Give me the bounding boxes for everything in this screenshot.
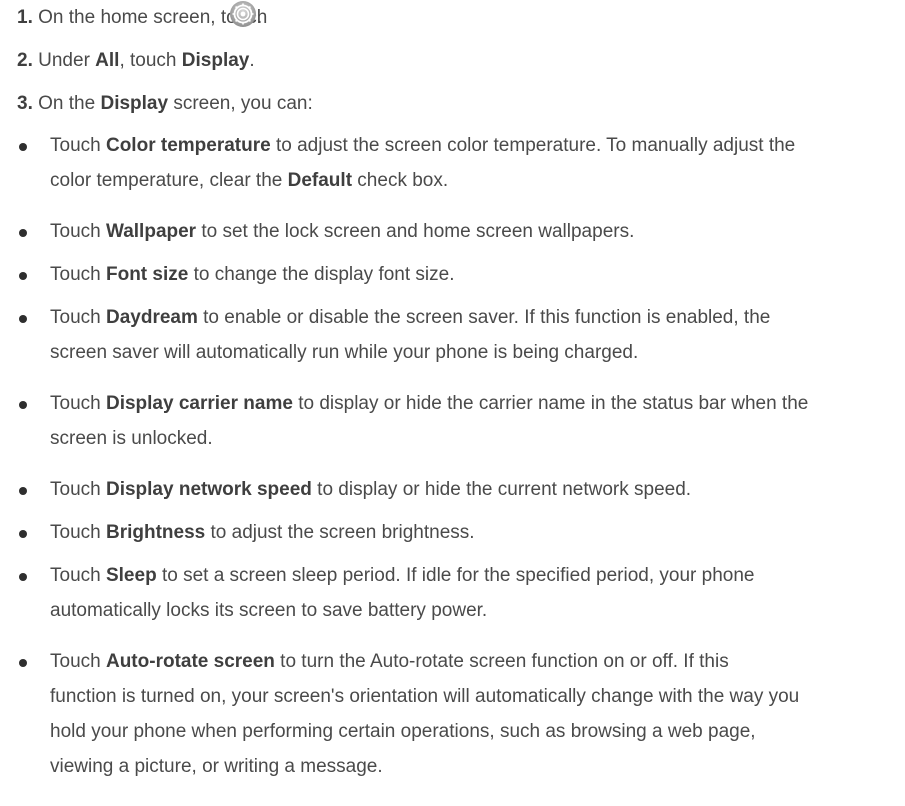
bullet-dot: [19, 229, 27, 237]
list-item-sleep: Touch Sleep to set a screen sleep period…: [17, 558, 897, 628]
list-item-text: Touch Sleep to set a screen sleep period…: [50, 565, 755, 586]
step-text: .: [249, 50, 255, 71]
list-item-text: Touch Wallpaper to set the lock screen a…: [50, 221, 635, 242]
bold-term: Color temperature: [105, 135, 271, 156]
list-item-text: Touch Brightness to adjust the screen br…: [50, 522, 475, 543]
step-number: 3.: [17, 93, 33, 114]
step-text: , touch: [119, 50, 182, 71]
list-item-auto-rotate-screen: Touch Auto-rotate screen to turn the Aut…: [17, 644, 897, 784]
list-item-text: Touch Display network speed to display o…: [50, 479, 692, 500]
step-number: 2.: [17, 50, 33, 71]
bold-term: Display carrier name: [105, 393, 293, 414]
list-item-text: Touch Font size to change the display fo…: [50, 264, 455, 285]
list-item-font-size: Touch Font size to change the display fo…: [17, 257, 897, 292]
bullet-dot: [19, 573, 27, 581]
bullet-dot: [19, 530, 27, 538]
list-item-text: screen is unlocked.: [50, 428, 213, 449]
bullet-dot: [19, 401, 27, 409]
bullet-dot: [19, 143, 27, 151]
list-item-wallpaper: Touch Wallpaper to set the lock screen a…: [17, 214, 897, 249]
list-item-text: function is turned on, your screen's ori…: [50, 686, 800, 707]
step-3: 3. On the Display screen, you can:: [17, 86, 313, 121]
list-item-text: color temperature, clear the Default che…: [50, 170, 449, 191]
bold-term: Font size: [105, 264, 189, 285]
bold-term: Wallpaper: [105, 221, 197, 242]
bold-term: Display: [100, 93, 169, 114]
bullet-dot: [19, 315, 27, 323]
document-page: 1. On the home screen, touch . 2. Under …: [0, 0, 905, 806]
bullet-dot: [19, 659, 27, 667]
settings-gear-icon: [230, 1, 256, 27]
list-item-display-network-speed: Touch Display network speed to display o…: [17, 472, 897, 507]
bold-term: Default: [287, 170, 353, 191]
list-item-text: screen saver will automatically run whil…: [50, 342, 639, 363]
list-item-text: viewing a picture, or writing a message.: [50, 756, 383, 777]
step-text: Under: [38, 50, 96, 71]
step-2: 2. Under All, touch Display.: [17, 43, 255, 78]
list-item-display-carrier-name: Touch Display carrier name to display or…: [17, 386, 897, 456]
list-item-text: hold your phone when performing certain …: [50, 721, 756, 742]
step-text: On the: [38, 93, 101, 114]
list-item-brightness: Touch Brightness to adjust the screen br…: [17, 515, 897, 550]
bold-term: Sleep: [105, 565, 157, 586]
bullet-dot: [19, 487, 27, 495]
bold-term: Auto-rotate screen: [105, 651, 275, 672]
step-text-end: .: [257, 7, 263, 28]
bold-term: Display network speed: [105, 479, 312, 500]
bold-term: Display: [181, 50, 250, 71]
bold-term: Daydream: [105, 307, 198, 328]
list-item-daydream: Touch Daydream to enable or disable the …: [17, 300, 897, 370]
bullet-dot: [19, 272, 27, 280]
step-1: 1. On the home screen, touch .: [17, 0, 267, 35]
step-number: 1.: [17, 7, 33, 28]
list-item-text: Touch Daydream to enable or disable the …: [50, 307, 771, 328]
step-text: screen, you can:: [168, 93, 313, 114]
bold-term: Brightness: [105, 522, 206, 543]
bold-term: All: [95, 50, 120, 71]
list-item-text: Touch Color temperature to adjust the sc…: [50, 135, 796, 156]
list-item-text: Touch Display carrier name to display or…: [50, 393, 809, 414]
list-item-text: automatically locks its screen to save b…: [50, 600, 488, 621]
list-item-text: Touch Auto-rotate screen to turn the Aut…: [50, 651, 729, 672]
list-item-color-temperature: Touch Color temperature to adjust the sc…: [17, 128, 897, 198]
